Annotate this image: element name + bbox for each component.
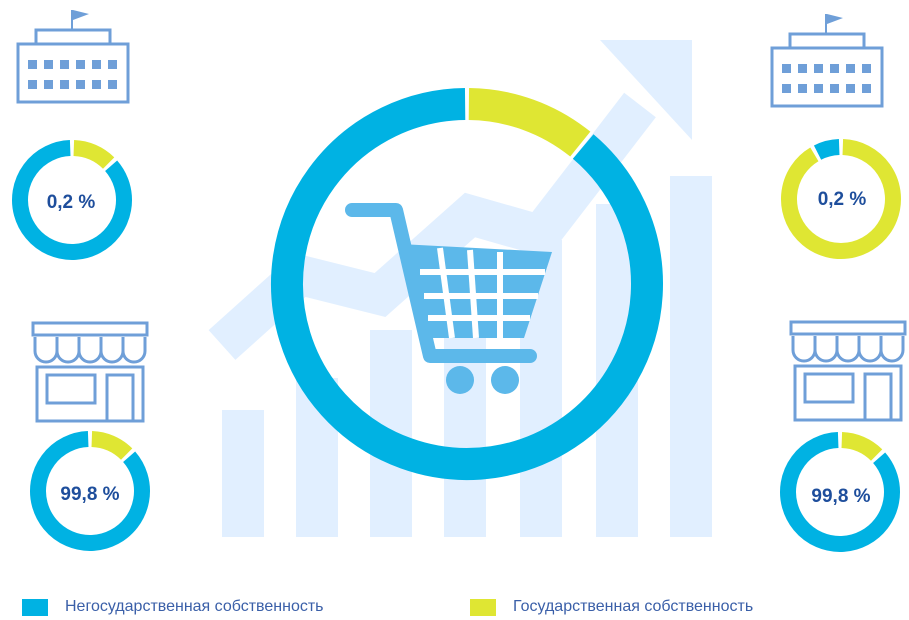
building-window [846,84,855,93]
building-window [60,80,69,89]
building-window [108,60,117,69]
donut-slice-state [91,431,133,461]
building-window [92,80,101,89]
flag-pole [825,14,827,34]
building-window [76,80,85,89]
building-window [60,60,69,69]
store-awning [813,336,839,363]
cart-wheel [491,366,519,394]
store-window [803,372,855,404]
shop-storefront-icon [789,320,907,422]
infographic-canvas: 0,2 % 99,8 % 0,2 % 99,8 % [12,10,907,552]
donut-label-bottom-right: 99,8 % [811,486,870,507]
store-sign [31,321,149,337]
store-awning [77,337,103,364]
building-window [814,64,823,73]
building-roof [34,28,112,46]
donut-label-bottom-left: 99,8 % [60,484,119,505]
cart-wheel [446,366,474,394]
legend-swatch-state [470,598,496,616]
building-window [76,60,85,69]
flag [73,10,89,20]
store-awning [791,336,817,363]
store-awning [835,336,861,363]
donut-label-top-right: 0,2 % [818,189,867,210]
legend-item-non-state: Негосударственная собственность [22,598,324,616]
building-window [814,84,823,93]
store-door [863,372,893,422]
store-awning [55,337,81,364]
store-awning [879,336,905,363]
store-awning [857,336,883,363]
donut-slice-non-state [813,139,840,160]
building-window [830,84,839,93]
legend-item-state: Государственная собственность [470,598,753,616]
store-sign [789,320,907,336]
building-window [846,64,855,73]
government-building-icon [16,10,130,104]
building-window [28,80,37,89]
background-bar [222,410,264,537]
building-window [44,60,53,69]
donut-slice-state [73,140,115,170]
legend: Негосударственная собственность Государс… [0,598,909,620]
store-awning [99,337,125,364]
building-window [798,64,807,73]
building-window [108,80,117,89]
building-window [862,84,871,93]
building-body [16,42,130,104]
background-bar [670,176,712,537]
flag [827,14,843,24]
building-window [92,60,101,69]
donut-slice-state [468,88,591,157]
government-building-icon [770,14,884,108]
building-window [798,84,807,93]
legend-swatch-non-state [22,598,48,616]
store-window [45,373,97,405]
donut-slice-state [841,432,883,462]
building-window [44,80,53,89]
building-window [830,64,839,73]
building-body [770,46,884,108]
building-roof [788,32,866,50]
flag-pole [71,10,73,30]
building-window [782,64,791,73]
store-awning [33,337,59,364]
legend-label-non-state: Негосударственная собственность [65,598,324,615]
building-window [28,60,37,69]
building-window [862,64,871,73]
donut-label-top-left: 0,2 % [47,192,96,213]
shop-storefront-icon [31,321,149,423]
building-window [782,84,791,93]
legend-label-state: Государственная собственность [513,598,754,615]
store-awning [121,337,147,364]
store-door [105,373,135,423]
